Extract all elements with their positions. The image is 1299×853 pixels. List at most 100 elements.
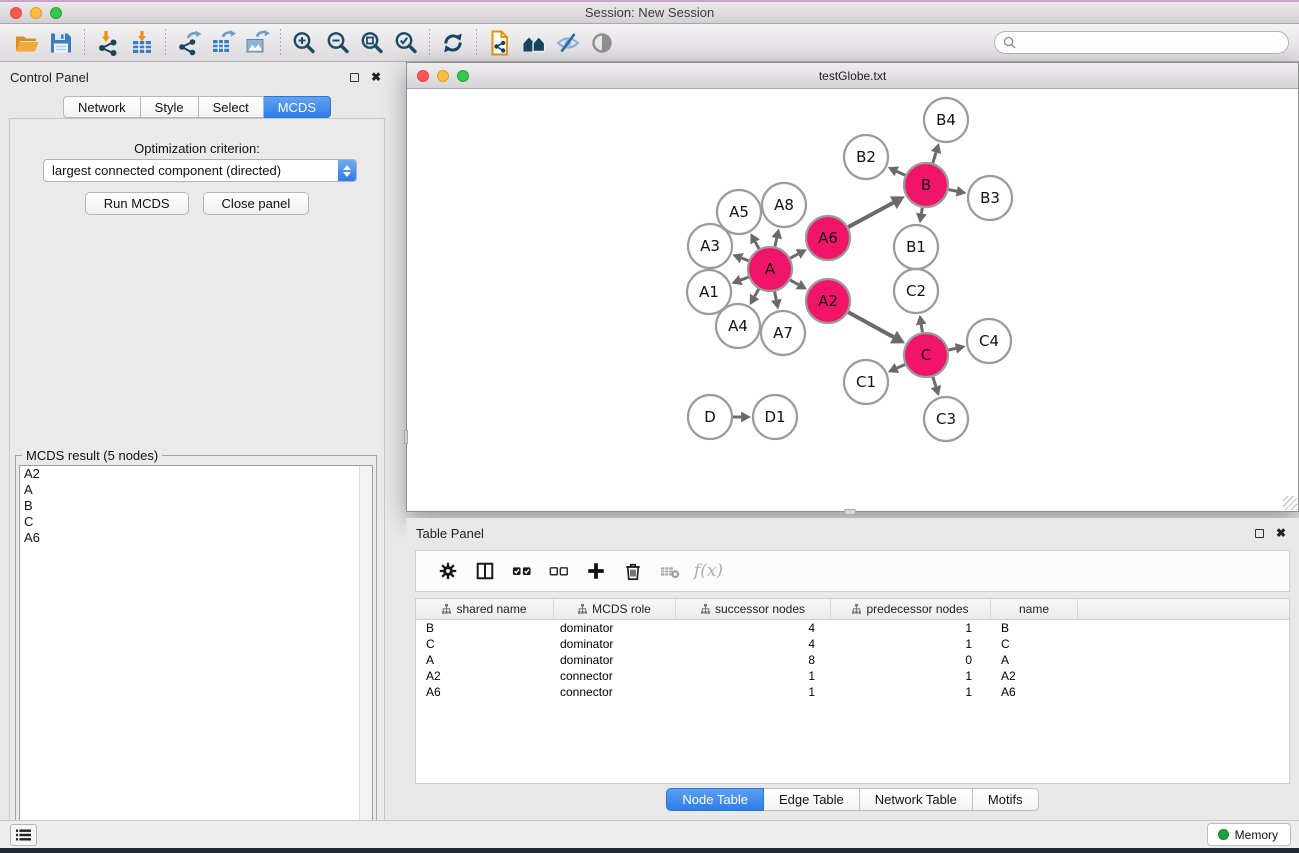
graph-edge[interactable] (755, 289, 759, 296)
graph-edge-arrowhead (916, 315, 927, 326)
graph-edge[interactable] (897, 364, 905, 368)
graph-edge[interactable] (775, 292, 777, 300)
graph-edge[interactable] (933, 377, 936, 387)
import-table-button[interactable] (125, 27, 159, 59)
graph-edge[interactable] (848, 203, 893, 227)
graph-edge[interactable] (741, 277, 749, 280)
column-header-predecessor-nodes[interactable]: predecessor nodes (831, 599, 991, 619)
show-all-button[interactable] (585, 27, 619, 59)
horizontal-divider-grip[interactable] (844, 509, 856, 515)
first-neighbors-icon (521, 30, 547, 56)
graph-edge[interactable] (933, 152, 936, 163)
column-header-name[interactable]: name (991, 599, 1078, 619)
graph-edge[interactable] (949, 190, 957, 192)
tab-edge-table[interactable]: Edge Table (764, 788, 860, 811)
tab-style[interactable]: Style (141, 96, 199, 118)
new-network-from-selection-button[interactable] (483, 27, 517, 59)
tab-mcds[interactable]: MCDS (264, 96, 331, 118)
result-item[interactable]: A (20, 482, 372, 498)
table-panel: Table Panel ✖ (406, 518, 1299, 820)
result-item[interactable]: C (20, 514, 372, 530)
table-row[interactable]: A6connector11A6 (416, 684, 1289, 700)
search-field[interactable] (994, 31, 1289, 54)
graph-edge[interactable] (848, 312, 893, 337)
result-item[interactable]: B (20, 498, 372, 514)
first-neighbors-button[interactable] (517, 27, 551, 59)
import-network-button[interactable] (91, 27, 125, 59)
zoom-selected-button[interactable] (389, 27, 423, 59)
zoom-fit-button[interactable] (355, 27, 389, 59)
graph-edge[interactable] (921, 324, 922, 332)
export-network-button[interactable] (172, 27, 206, 59)
table-row[interactable]: A2connector11A2 (416, 668, 1289, 684)
table-float-button[interactable] (1251, 525, 1267, 541)
memory-button[interactable]: Memory (1207, 823, 1291, 846)
graph-edge[interactable] (897, 171, 905, 175)
column-header-successor-nodes[interactable]: successor nodes (676, 599, 831, 619)
mcds-result-groupbox: MCDS result (5 nodes) A2ABCA6 (15, 455, 377, 853)
graph-node-label: C4 (979, 332, 999, 350)
graph-edge[interactable] (742, 258, 749, 261)
mcds-result-items: A2ABCA6 (20, 466, 372, 546)
table-close-button[interactable]: ✖ (1273, 525, 1289, 541)
network-graph[interactable]: B4B2BB3A8A5A6B1A3AA1C2A2A4A7C4CC1C3DD1 (407, 89, 1298, 510)
zoom-in-button[interactable] (287, 27, 321, 59)
tab-select[interactable]: Select (199, 96, 264, 118)
delete-columns-button[interactable] (614, 553, 651, 589)
table-cell: A6 (416, 684, 554, 700)
table-cell: 1 (831, 636, 991, 652)
result-item[interactable]: A6 (20, 530, 372, 546)
result-item[interactable]: A2 (20, 466, 372, 482)
column-header-mcds-role[interactable]: MCDS role (554, 599, 676, 619)
tab-motifs[interactable]: Motifs (973, 788, 1039, 811)
hide-selected-button[interactable] (551, 27, 585, 59)
window-resize-grip-icon[interactable] (1283, 496, 1297, 510)
graph-edge[interactable] (790, 280, 798, 285)
table-settings-button[interactable] (429, 553, 466, 589)
select-all-rows-button[interactable] (503, 553, 540, 589)
graph-edge[interactable] (755, 242, 759, 249)
deselect-all-rows-button[interactable] (540, 553, 577, 589)
tab-network[interactable]: Network (63, 96, 141, 118)
export-table-button[interactable] (206, 27, 240, 59)
table-row[interactable]: Cdominator41C (416, 636, 1289, 652)
refresh-button[interactable] (436, 27, 470, 59)
add-column-button[interactable] (577, 553, 614, 589)
graph-node-label: B3 (980, 189, 1000, 207)
float-panel-button[interactable] (346, 69, 362, 85)
network-window-titlebar[interactable]: testGlobe.txt (407, 63, 1298, 89)
graph-edge[interactable] (775, 238, 777, 246)
network-title: testGlobe.txt (407, 69, 1298, 83)
graph-edge[interactable] (948, 348, 955, 350)
zoom-out-button[interactable] (321, 27, 355, 59)
run-mcds-button[interactable]: Run MCDS (85, 192, 189, 215)
tab-node-table[interactable]: Node Table (666, 788, 764, 811)
show-columns-button[interactable] (466, 553, 503, 589)
export-image-button[interactable] (240, 27, 274, 59)
open-session-button[interactable] (10, 27, 44, 59)
columns-icon (475, 561, 495, 581)
function-builder-button[interactable]: f(x) (688, 553, 725, 589)
column-header-shared-name[interactable]: shared name (416, 599, 554, 619)
table-row[interactable]: Adominator80A (416, 652, 1289, 668)
network-canvas[interactable]: B4B2BB3A8A5A6B1A3AA1C2A2A4A7C4CC1C3DD1 (407, 89, 1298, 511)
zoom-in-icon (291, 30, 317, 56)
graph-edge-arrowhead (771, 299, 782, 310)
delete-table-button[interactable] (651, 553, 688, 589)
column-type-icon (852, 604, 861, 614)
close-panel-button-mcds[interactable]: Close panel (203, 192, 310, 215)
table-cell: A (991, 652, 1078, 668)
task-history-button[interactable] (10, 824, 37, 846)
result-list-scrollbar[interactable] (359, 466, 372, 850)
save-session-button[interactable] (44, 27, 78, 59)
close-panel-button[interactable]: ✖ (368, 69, 384, 85)
optimization-criterion-select[interactable]: largest connected component (directed) (43, 159, 357, 182)
search-input[interactable] (1021, 36, 1280, 50)
network-view-window: testGlobe.txt B4B2BB3A8A5A6B1A3AA1C2A2A4… (406, 62, 1299, 512)
graph-edge[interactable] (921, 208, 922, 214)
table-row[interactable]: Bdominator41B (416, 620, 1289, 636)
tab-network-table[interactable]: Network Table (860, 788, 973, 811)
mcds-result-list[interactable]: A2ABCA6 (19, 465, 373, 851)
vertical-divider-grip[interactable] (404, 430, 408, 444)
graph-edge[interactable] (790, 254, 798, 258)
